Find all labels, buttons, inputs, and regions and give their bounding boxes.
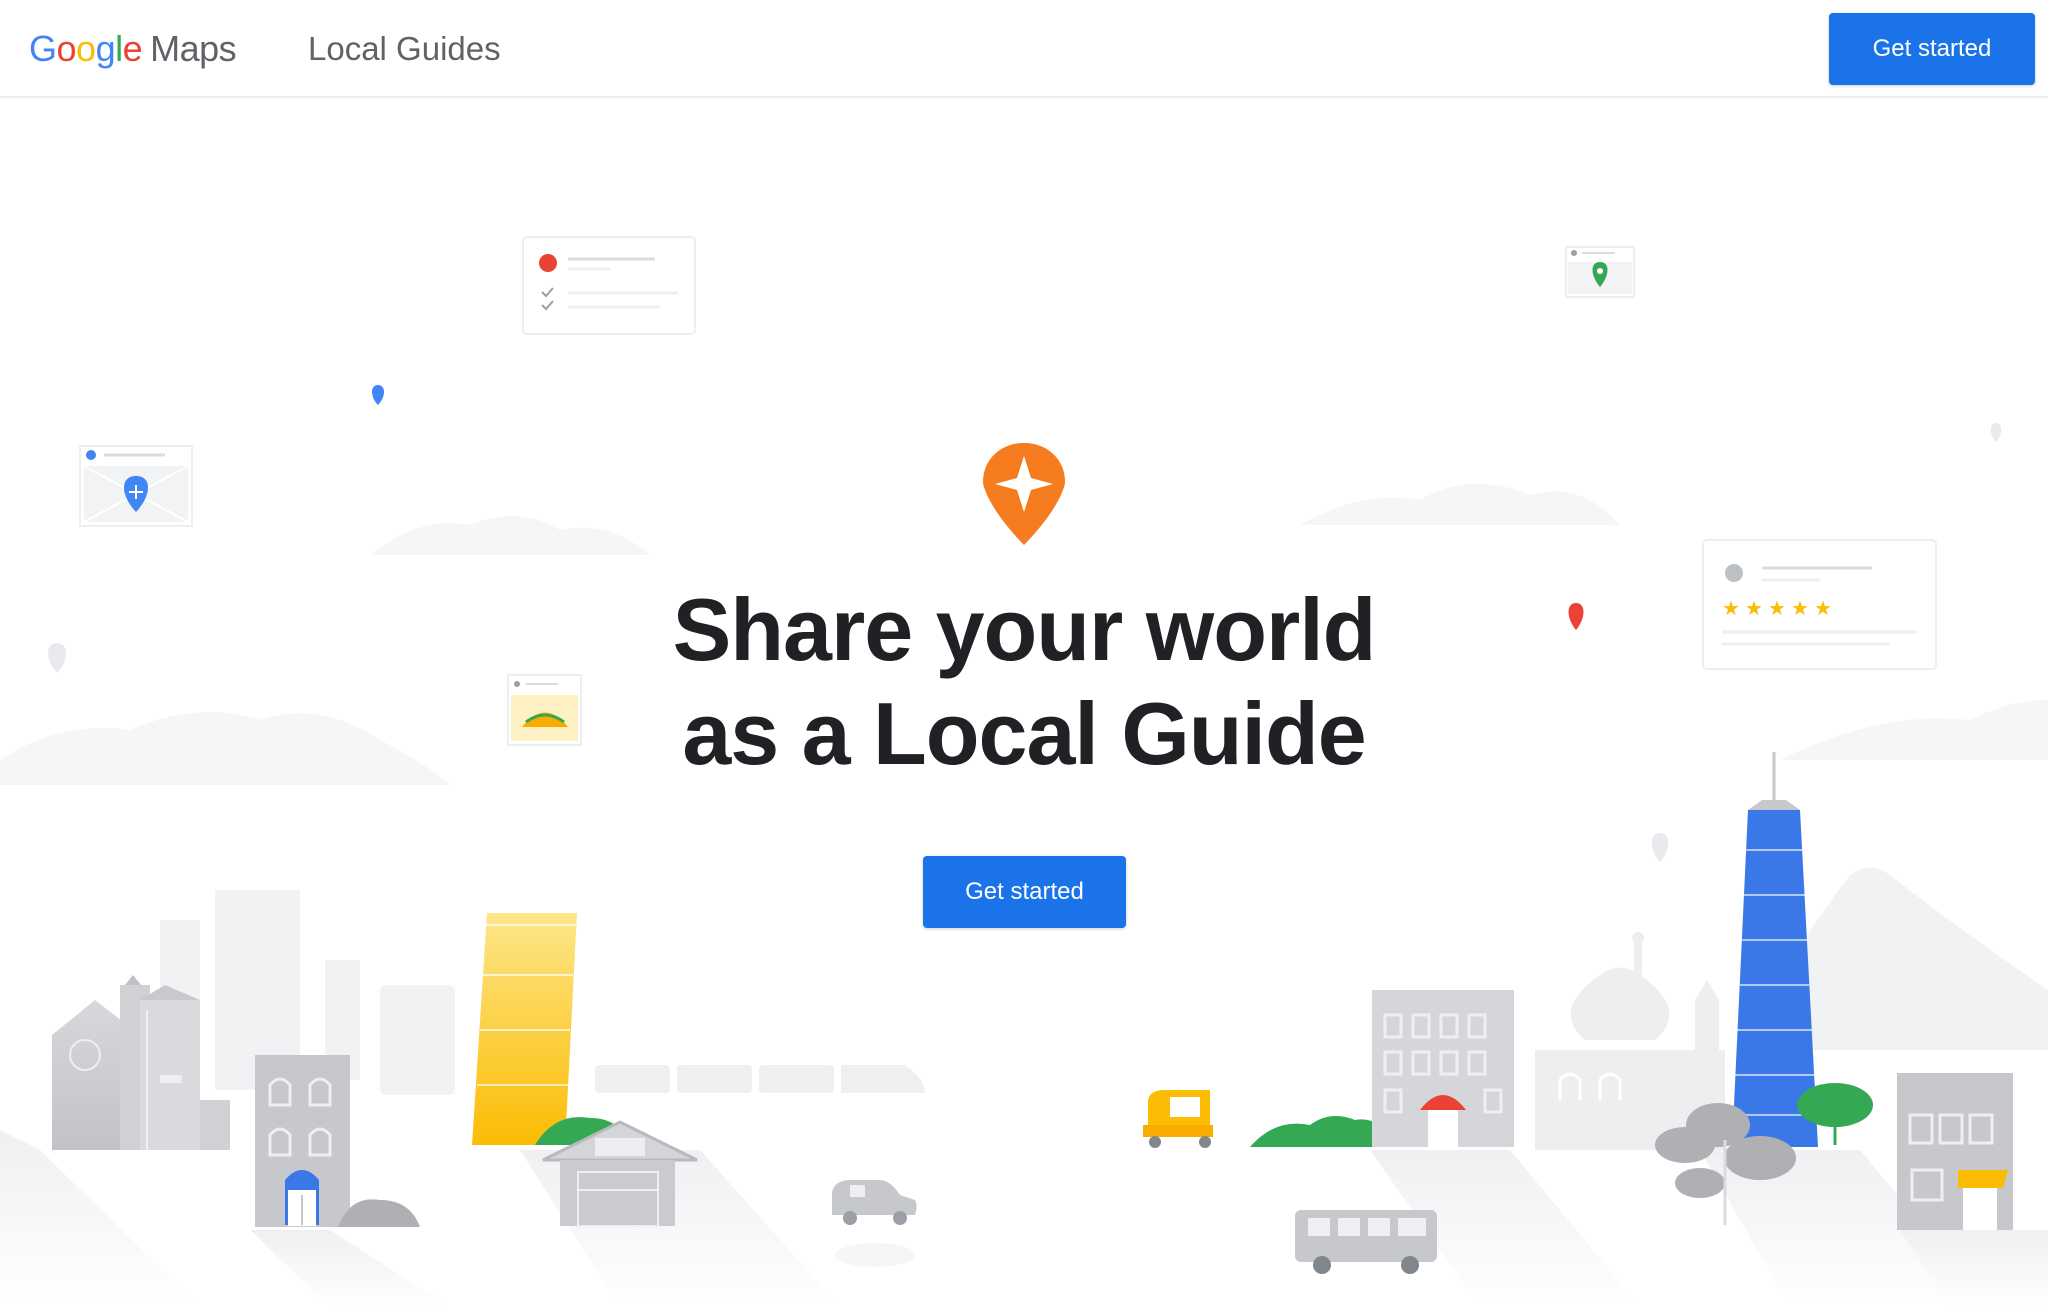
grey-pin-icon (1651, 833, 1669, 862)
google-letter: l (115, 28, 123, 69)
blue-tower (1732, 752, 1818, 1147)
hero-get-started-button[interactable]: Get started (923, 856, 1126, 928)
google-wordmark: Google (29, 28, 143, 69)
top-header: Google Maps Local Guides Get started (0, 0, 2048, 98)
review-card: ★ ★ ★ ★ ★ (1702, 539, 1937, 670)
map-pin-card (79, 445, 193, 527)
google-letter: o (56, 28, 77, 69)
mountain (1780, 867, 2048, 1050)
blue-pin-icon (372, 385, 384, 405)
bus (1295, 1210, 1437, 1274)
local-guides-nav-link[interactable]: Local Guides (308, 30, 501, 68)
hero-title: Share your world as a Local Guide (524, 578, 1524, 786)
google-letter: o (76, 28, 96, 69)
grey-pin-icon (1990, 423, 2002, 442)
hero-title-line-2: as a Local Guide (682, 684, 1366, 783)
google-maps-logo[interactable]: Google Maps (29, 28, 237, 70)
svg-text:★: ★ (1722, 596, 1740, 620)
yellow-tower (472, 913, 577, 1145)
google-letter: G (29, 28, 57, 69)
small-car (832, 1180, 917, 1267)
google-letter: e (122, 28, 143, 69)
left-house (52, 975, 230, 1150)
grey-pin-icon (48, 643, 66, 673)
google-letter: g (95, 28, 116, 69)
tuk-tuk (1143, 1090, 1213, 1148)
svg-text:★: ★ (1745, 596, 1763, 620)
svg-text:★: ★ (1791, 596, 1809, 620)
small-map-card (1565, 246, 1635, 298)
local-guides-star-pin-icon (983, 443, 1065, 545)
hero-title-line-1: Share your world (672, 580, 1377, 679)
train (595, 1065, 925, 1093)
svg-text:★: ★ (1768, 596, 1786, 620)
maps-wordmark: Maps (150, 28, 237, 69)
office-building (1372, 990, 1514, 1147)
checklist-card (522, 236, 696, 335)
svg-text:★: ★ (1814, 596, 1832, 620)
red-pin-icon (1568, 603, 1584, 630)
right-shop (1897, 1073, 2013, 1230)
header-get-started-button[interactable]: Get started (1829, 13, 2035, 85)
